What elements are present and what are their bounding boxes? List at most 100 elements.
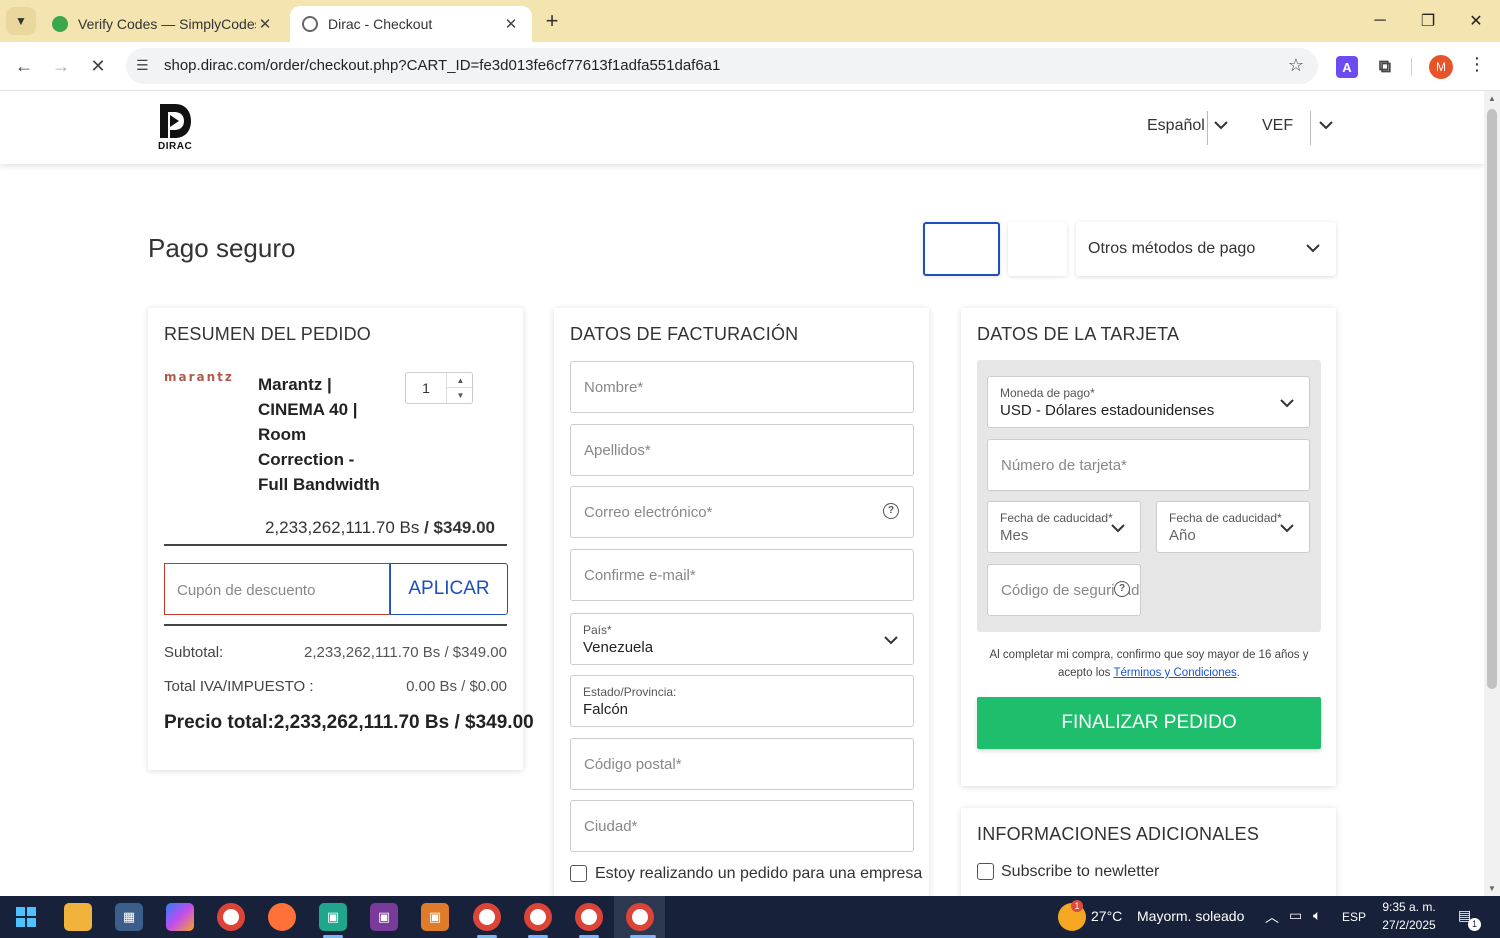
confirm-email-placeholder: Confirme e-mail*	[584, 567, 696, 584]
chrome-profile-2-icon[interactable]	[524, 903, 552, 931]
quantity-down-icon[interactable]: ▼	[447, 388, 474, 403]
terms-link[interactable]: Términos y Condiciones	[1113, 667, 1236, 679]
site-header: DIRAC Español VEF	[0, 91, 1484, 164]
payment-currency-select[interactable]: Moneda de pago* USD - Dólares estadounid…	[987, 376, 1310, 428]
help-question-icon[interactable]: ?	[1114, 581, 1130, 597]
scroll-down-icon[interactable]: ▼	[1487, 884, 1497, 893]
payment-method-card-button[interactable]	[923, 222, 1000, 276]
chrome-profile-m-active-icon[interactable]	[626, 903, 654, 931]
close-tab-icon[interactable]: ✕	[256, 15, 274, 33]
quantity-up-icon[interactable]: ▲	[447, 373, 474, 388]
new-tab-button[interactable]: +	[538, 8, 566, 36]
browser-tab-strip: ▼ Verify Codes — SimplyCodes ✕ Dirac - C…	[0, 0, 1500, 42]
security-code-field[interactable]: Código de seguridad* ?	[987, 564, 1141, 616]
copilot-icon[interactable]	[166, 903, 194, 931]
email-placeholder: Correo electrónico*	[584, 504, 713, 521]
weather-badge: 1	[1071, 900, 1083, 912]
network-icon[interactable]: ▭	[1289, 907, 1302, 924]
card-number-field[interactable]: Número de tarjeta*	[987, 439, 1310, 491]
dirac-logo-mark-icon	[160, 104, 191, 138]
weather-temp[interactable]: 27°C	[1091, 908, 1122, 924]
help-question-icon[interactable]: ?	[883, 503, 899, 519]
postal-code-field[interactable]: Código postal*	[570, 738, 914, 790]
dirac-logo[interactable]: DIRAC	[158, 103, 198, 153]
file-explorer-icon[interactable]	[64, 903, 92, 931]
clock-time[interactable]: 9:35 a. m.	[1374, 900, 1444, 914]
purchase-consent-text: Al completar mi compra, confirmo que soy…	[977, 646, 1321, 682]
currency-chevron-down-icon[interactable]	[1316, 115, 1336, 135]
tab-search-button[interactable]: ▼	[6, 7, 36, 35]
marantz-brand-logo: marantz	[164, 370, 234, 384]
product-name: Marantz | CINEMA 40 | Room Correction - …	[258, 375, 380, 494]
tab-dirac-checkout[interactable]: Dirac - Checkout ✕	[290, 6, 532, 42]
tab-title: Dirac - Checkout	[328, 16, 433, 32]
state-field[interactable]: Estado/Provincia: Falcón	[570, 675, 914, 727]
company-order-label[interactable]: Estoy realizando un pedido para una empr…	[595, 865, 922, 883]
app-purple-icon[interactable]: ▣	[370, 903, 398, 931]
close-tab-icon[interactable]: ✕	[502, 15, 520, 33]
newsletter-label[interactable]: Subscribe to newletter	[1001, 863, 1159, 881]
other-payment-methods-dropdown[interactable]: Otros métodos de pago	[1076, 222, 1336, 276]
chrome-profile-p-icon[interactable]	[575, 903, 603, 931]
weather-description[interactable]: Mayorm. soleado	[1137, 908, 1244, 924]
last-name-field[interactable]: Apellidos*	[570, 424, 914, 476]
language-select[interactable]: Español	[1147, 117, 1205, 135]
page-scrollbar[interactable]: ▲ ▼	[1484, 91, 1500, 896]
expiry-year-select[interactable]: Fecha de caducidad* Año	[1156, 501, 1310, 553]
company-order-checkbox[interactable]	[570, 865, 587, 882]
minimize-button[interactable]: ─	[1356, 0, 1404, 42]
language-chevron-down-icon[interactable]	[1211, 115, 1231, 135]
scroll-up-icon[interactable]: ▲	[1487, 94, 1497, 103]
app-orange-icon[interactable]: ▣	[421, 903, 449, 931]
email-field[interactable]: Correo electrónico* ?	[570, 486, 914, 538]
first-name-field[interactable]: Nombre*	[570, 361, 914, 413]
country-select[interactable]: País* Venezuela	[570, 613, 914, 665]
volume-icon[interactable]: 🔈︎	[1313, 907, 1321, 924]
scrollbar-thumb[interactable]	[1487, 109, 1497, 689]
payment-method-alt-button[interactable]	[1008, 222, 1067, 276]
total-price: Precio total:2,233,262,111.70 Bs / $349.…	[164, 712, 534, 733]
product-price-bs: 2,233,262,111.70 Bs	[264, 518, 420, 537]
chevron-down-icon	[1280, 399, 1294, 408]
extension-a-icon[interactable]: A	[1336, 56, 1358, 78]
windows-start-icon[interactable]	[16, 907, 36, 927]
product-price-usd: / $349.00	[424, 518, 495, 537]
site-info-icon[interactable]: ☰	[136, 57, 149, 74]
currency-select[interactable]: VEF	[1262, 117, 1293, 135]
chrome-profile-m-icon[interactable]	[473, 903, 501, 931]
browser-menu-icon[interactable]: ⋮	[1466, 54, 1488, 80]
firefox-icon[interactable]	[268, 903, 296, 931]
extensions-puzzle-icon[interactable]: ⧉	[1374, 56, 1396, 78]
clock-date[interactable]: 27/2/2025	[1374, 918, 1444, 932]
back-arrow-icon[interactable]: ←	[10, 52, 38, 80]
url-text[interactable]: shop.dirac.com/order/checkout.php?CART_I…	[164, 57, 720, 74]
tab-verify-codes[interactable]: Verify Codes — SimplyCodes ✕	[40, 6, 286, 42]
stop-loading-icon[interactable]: ✕	[84, 52, 112, 80]
quantity-stepper[interactable]: 1 ▲ ▼	[405, 372, 474, 404]
profile-avatar[interactable]: M	[1429, 55, 1453, 79]
quantity-value[interactable]: 1	[406, 380, 446, 396]
tray-overflow-chevron-up-icon[interactable]: ︿	[1265, 907, 1279, 927]
chrome-icon[interactable]	[217, 903, 245, 931]
tab-title: Verify Codes — SimplyCodes	[78, 16, 256, 32]
quantity-spinner: ▲ ▼	[446, 373, 474, 403]
confirm-email-field[interactable]: Confirme e-mail*	[570, 549, 914, 601]
input-language[interactable]: ESP	[1342, 910, 1366, 924]
browser-toolbar: ← → ✕ ☰ shop.dirac.com/order/checkout.ph…	[0, 42, 1500, 91]
app-teal-icon[interactable]: ▣	[319, 903, 347, 931]
apply-coupon-button[interactable]: APLICAR	[390, 563, 508, 615]
coupon-input[interactable]: Cupón de descuento	[164, 563, 390, 615]
restore-button[interactable]: ❐	[1404, 0, 1452, 42]
close-window-button[interactable]: ✕	[1452, 0, 1500, 42]
tax-row: Total IVA/IMPUESTO : 0.00 Bs / $0.00	[164, 678, 507, 695]
state-label: Estado/Provincia:	[583, 685, 677, 699]
address-bar[interactable]: ☰ shop.dirac.com/order/checkout.php?CART…	[126, 48, 1318, 84]
forward-arrow-icon[interactable]: →	[47, 52, 75, 80]
newsletter-checkbox[interactable]	[977, 863, 994, 880]
finalize-order-button[interactable]: FINALIZAR PEDIDO	[977, 697, 1321, 749]
bookmark-star-icon[interactable]: ☆	[1288, 55, 1304, 76]
page-viewport: DIRAC Español VEF Pago seguro Otros méto…	[0, 91, 1484, 896]
calculator-icon[interactable]: ▦	[115, 903, 143, 931]
expiry-month-select[interactable]: Fecha de caducidad* Mes	[987, 501, 1141, 553]
city-field[interactable]: Ciudad*	[570, 800, 914, 852]
